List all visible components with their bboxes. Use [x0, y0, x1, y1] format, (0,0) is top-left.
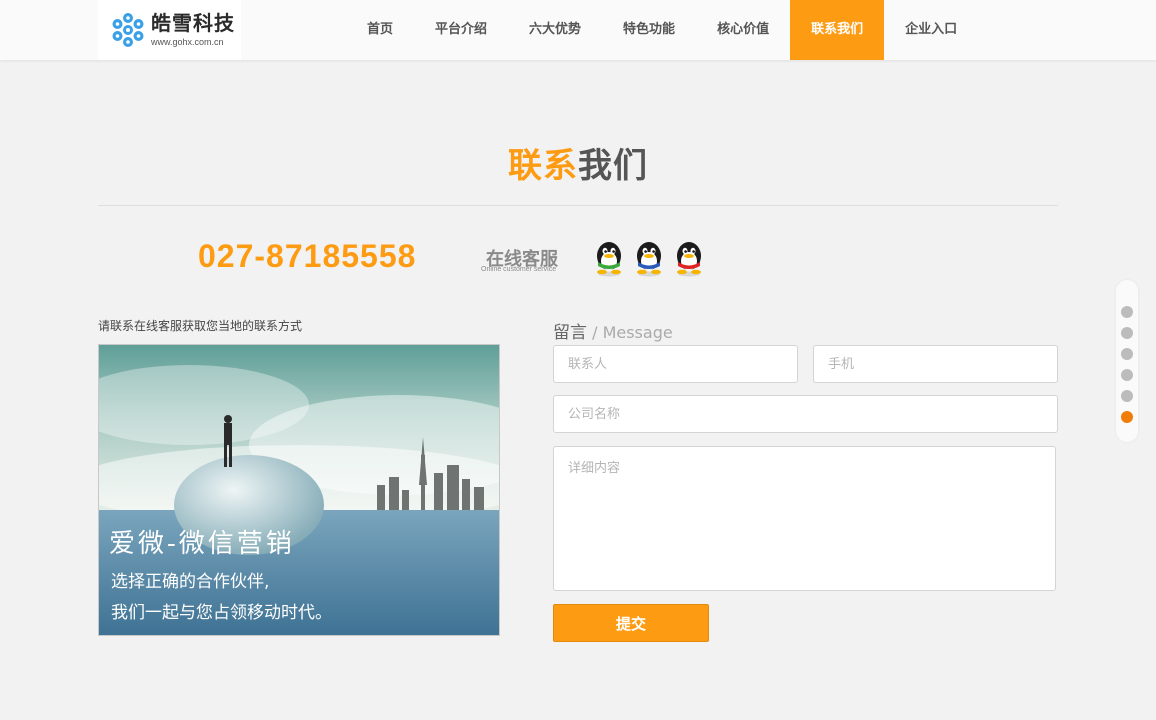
- page-dot-6-active[interactable]: [1121, 411, 1133, 423]
- message-title-en: / Message: [587, 323, 673, 342]
- nav-item-contact[interactable]: 联系我们: [790, 0, 885, 60]
- submit-button[interactable]: 提交: [553, 604, 709, 642]
- qq-blue-icon[interactable]: [633, 241, 665, 277]
- header: 皓雪科技 www.gohx.com.cn 首页 平台介绍 六大优势 特色功能 核…: [0, 0, 1156, 60]
- snowflake-logo-icon: [112, 13, 144, 47]
- nav-item-home[interactable]: 首页: [346, 0, 414, 60]
- logo-url: www.gohx.com.cn: [151, 37, 224, 47]
- nav-item-platform[interactable]: 平台介绍: [414, 0, 508, 60]
- page-dot-3[interactable]: [1121, 348, 1133, 360]
- main-nav: 首页 平台介绍 六大优势 特色功能 核心价值 联系我们 企业入口: [346, 0, 978, 60]
- contact-name-input[interactable]: [553, 345, 798, 383]
- side-page-nav: [1116, 280, 1138, 442]
- page-title-accent: 联系: [508, 146, 578, 186]
- logo[interactable]: 皓雪科技 www.gohx.com.cn: [98, 0, 241, 60]
- message-title-cn: 留言: [553, 323, 587, 343]
- page-dot-1[interactable]: [1121, 306, 1133, 318]
- phone-input[interactable]: [813, 345, 1058, 383]
- banner-title: 爱微-微信营销: [109, 529, 295, 559]
- logo-name: 皓雪科技: [151, 11, 235, 35]
- page-title-rest: 我们: [578, 146, 648, 186]
- promo-banner: 爱微-微信营销 选择正确的合作伙伴, 我们一起与您占领移动时代。: [98, 344, 500, 636]
- nav-item-values[interactable]: 核心价值: [696, 0, 790, 60]
- phone-number: 027-87185558: [198, 238, 417, 274]
- nav-item-enterprise[interactable]: 企业入口: [884, 0, 978, 60]
- online-service-label-en: Online customer service: [481, 266, 557, 273]
- detail-textarea[interactable]: [553, 446, 1056, 591]
- divider: [98, 205, 1058, 206]
- page-dot-2[interactable]: [1121, 327, 1133, 339]
- contact-note: 请联系在线客服获取您当地的联系方式: [98, 319, 303, 333]
- page-title: 联系我们: [0, 138, 1156, 187]
- qq-green-icon[interactable]: [593, 241, 625, 277]
- qq-red-icon[interactable]: [673, 241, 705, 277]
- nav-item-advantages[interactable]: 六大优势: [508, 0, 602, 60]
- nav-item-features[interactable]: 特色功能: [602, 0, 696, 60]
- banner-line-2: 我们一起与您占领移动时代。: [111, 603, 332, 623]
- message-title: 留言 / Message: [553, 318, 673, 343]
- banner-line-1: 选择正确的合作伙伴,: [111, 572, 270, 592]
- company-name-input[interactable]: [553, 395, 1058, 433]
- page-dot-5[interactable]: [1121, 390, 1133, 402]
- page-dot-4[interactable]: [1121, 369, 1133, 381]
